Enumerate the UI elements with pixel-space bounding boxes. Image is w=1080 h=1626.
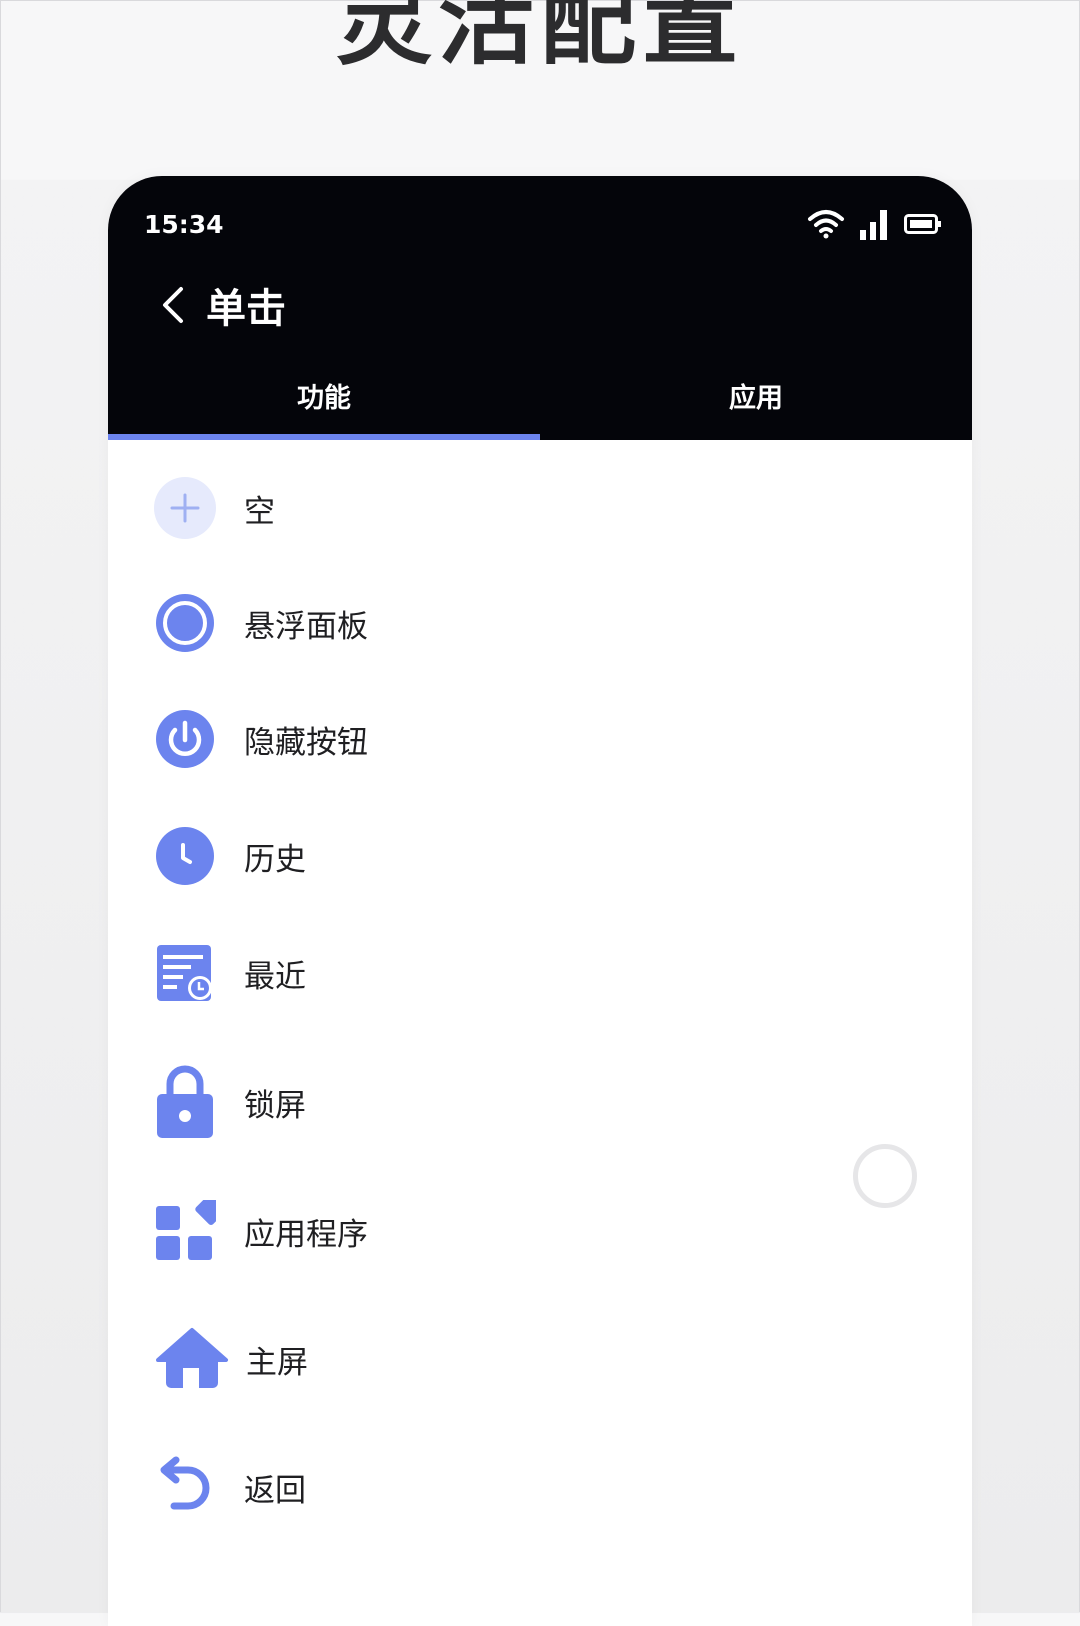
list-item-recent[interactable]: 最近 [154, 942, 306, 1004]
title-row: 单击 [152, 276, 286, 334]
list-item-label: 返回 [244, 1472, 306, 1509]
list-item-label: 主屏 [246, 1344, 308, 1381]
status-time: 15:34 [144, 210, 224, 239]
clock-icon [154, 825, 216, 887]
floating-assist-ball[interactable] [853, 1144, 917, 1208]
list-item-back[interactable]: 返回 [154, 1456, 306, 1518]
list-item-label: 悬浮面板 [244, 608, 368, 645]
phone-screen: 15:34 单击 功能 应用 空 悬浮面板 隐藏按钮 历史 最近 锁屏 应用程序… [108, 176, 972, 1626]
floating-panel-icon [154, 592, 216, 654]
list-item-lock-screen[interactable]: 锁屏 [154, 1064, 306, 1140]
list-item-label: 锁屏 [244, 1087, 306, 1124]
chevron-left-icon [163, 287, 183, 323]
recent-tasks-icon [154, 942, 216, 1004]
list-item-hide-button[interactable]: 隐藏按钮 [154, 708, 368, 770]
tab-apps[interactable]: 应用 [540, 366, 972, 440]
back-button[interactable] [152, 279, 192, 331]
home-icon [154, 1326, 230, 1392]
tab-label: 功能 [297, 383, 351, 414]
promo-title: 灵活配置 [336, 0, 744, 78]
list-item-empty[interactable]: 空 [154, 477, 275, 539]
status-icons [806, 206, 942, 242]
list-item-label: 历史 [244, 841, 306, 878]
list-item-history[interactable]: 历史 [154, 825, 306, 887]
app-header: 15:34 单击 功能 应用 [108, 176, 972, 440]
list-item-label: 空 [244, 493, 275, 530]
list-item-label: 应用程序 [244, 1216, 368, 1253]
battery-icon [904, 214, 941, 234]
list-item-home-screen[interactable]: 主屏 [154, 1326, 308, 1392]
tab-bar: 功能 应用 [108, 366, 972, 440]
list-item-label: 最近 [244, 958, 306, 995]
wifi-icon [808, 210, 844, 239]
tab-label: 应用 [729, 383, 783, 414]
list-item-label: 隐藏按钮 [244, 724, 368, 761]
apps-icon [154, 1200, 216, 1262]
lock-icon [154, 1064, 216, 1140]
plus-icon [154, 477, 216, 539]
back-arrow-icon [154, 1456, 216, 1518]
page-title: 单击 [206, 286, 286, 332]
cell-signal-icon [860, 210, 887, 240]
list-item-applications[interactable]: 应用程序 [154, 1200, 368, 1262]
tab-functions[interactable]: 功能 [108, 366, 540, 440]
power-icon [154, 708, 216, 770]
list-item-floating-panel[interactable]: 悬浮面板 [154, 592, 368, 654]
